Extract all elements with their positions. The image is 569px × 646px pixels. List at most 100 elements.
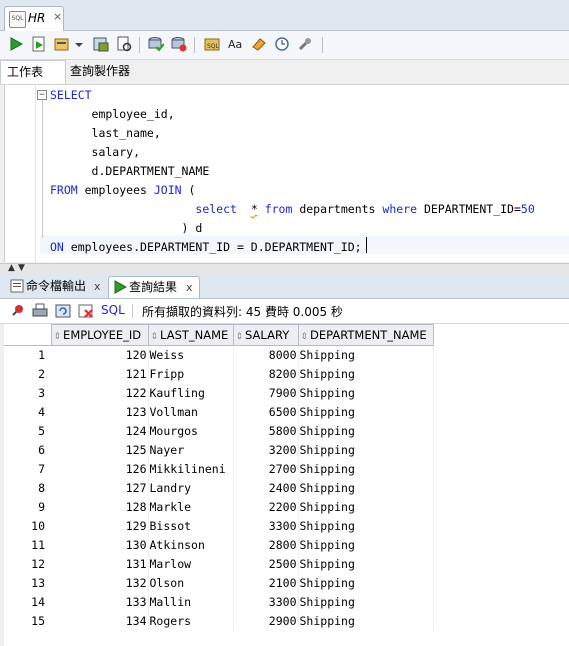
table-row[interactable]: 6 125 Nayer 3200 Shipping: [4, 441, 434, 460]
column-header-employee-id[interactable]: ⇕ EMPLOYEE_ID: [50, 324, 149, 346]
editor-mode-tabs: 工作表 查詢製作器: [0, 60, 569, 85]
cancel-query-icon[interactable]: [78, 303, 94, 319]
sort-icon: ⇕: [53, 332, 62, 342]
table-row[interactable]: 13 132 Olson 2100 Shipping: [4, 574, 434, 593]
employee-id-cell: 121: [51, 365, 149, 384]
sql-view-link[interactable]: SQL: [101, 303, 125, 317]
table-row[interactable]: 7 126 Mikkilineni 2700 Shipping: [4, 460, 434, 479]
sql-keyword: where: [382, 202, 418, 216]
sql-number: 50: [520, 202, 535, 216]
tab-query-result[interactable]: 查詢結果 x: [108, 276, 200, 298]
run-statement-icon[interactable]: [8, 36, 24, 52]
table-row[interactable]: 9 128 Markle 2200 Shipping: [4, 498, 434, 517]
table-row[interactable]: 8 127 Landry 2400 Shipping: [4, 479, 434, 498]
autotrace-icon[interactable]: [54, 36, 70, 52]
sql-text: salary,: [50, 145, 141, 159]
last-name-cell: Fripp: [148, 365, 234, 384]
print-icon[interactable]: [32, 303, 48, 319]
code-line: FROM employees JOIN (: [50, 181, 195, 200]
salary-cell: 2100: [233, 574, 299, 593]
sql-tuning-advisor-icon[interactable]: [116, 36, 132, 52]
results-grid: ⇕ EMPLOYEE_ID ⇕ LAST_NAME ⇕ SALARY ⇕ DEPARTM…: [4, 324, 569, 646]
column-header-salary[interactable]: ⇕ SALARY: [232, 324, 299, 346]
sql-file-icon: SQL: [9, 11, 26, 28]
editor-gutter: [5, 85, 36, 262]
text-caret: [366, 237, 367, 253]
row-number: 7: [4, 460, 51, 479]
employee-id-cell: 129: [51, 517, 149, 536]
fold-guide: [42, 100, 43, 238]
salary-cell: 2700: [233, 460, 299, 479]
employee-id-cell: 127: [51, 479, 149, 498]
row-number: 12: [4, 555, 51, 574]
explain-plan-icon[interactable]: [93, 36, 109, 52]
table-row[interactable]: 2 121 Fripp 8200 Shipping: [4, 365, 434, 384]
header-row: ⇕ EMPLOYEE_ID ⇕ LAST_NAME ⇕ SALARY ⇕ DEPARTM…: [4, 324, 434, 346]
to-upper-lower-icon[interactable]: Aa: [228, 36, 244, 52]
refresh-icon[interactable]: [55, 303, 71, 319]
code-line: employee_id,: [50, 105, 175, 124]
tab-query-result-close[interactable]: x: [186, 277, 193, 298]
results-body: 1 120 Weiss 8000 Shipping 2 121 Fripp 8200 Shippi…: [4, 345, 434, 631]
rollback-icon[interactable]: [171, 36, 187, 52]
tab-query-result-label: 查詢結果: [129, 280, 178, 294]
department-name-cell: Shipping: [298, 574, 434, 593]
department-name-cell: Shipping: [298, 555, 434, 574]
column-header-label: DEPARTMENT_NAME: [310, 328, 427, 342]
sql-text: DEPARTMENT_ID=: [417, 202, 521, 216]
toolbar-separator: [139, 37, 140, 53]
sql-history-icon[interactable]: [274, 36, 290, 52]
unshared-sql-worksheet-icon[interactable]: SQL: [204, 36, 220, 52]
clear-eraser-icon[interactable]: [251, 36, 267, 52]
sql-text: employee_id,: [50, 107, 175, 121]
table-row[interactable]: 10 129 Bissot 3300 Shipping: [4, 517, 434, 536]
last-name-cell: Mallin: [148, 593, 234, 612]
code-line: ON employees.DEPARTMENT_ID = D.DEPARTMEN…: [50, 238, 362, 257]
table-row[interactable]: 4 123 Vollman 6500 Shipping: [4, 403, 434, 422]
toolbar-separator: [322, 37, 323, 53]
table-row[interactable]: 3 122 Kaufling 7900 Shipping: [4, 384, 434, 403]
table-row[interactable]: 15 134 Rogers 2900 Shipping: [4, 612, 434, 631]
salary-cell: 7900: [233, 384, 299, 403]
commit-icon[interactable]: [148, 36, 164, 52]
row-number: 1: [4, 345, 51, 365]
table-row[interactable]: 1 120 Weiss 8000 Shipping: [4, 345, 434, 365]
collapse-up-icon[interactable]: ▲: [8, 263, 15, 273]
department-name-cell: Shipping: [298, 422, 434, 441]
department-name-cell: Shipping: [298, 593, 434, 612]
sort-icon: ⇕: [150, 332, 159, 342]
toolbar-separator: [132, 304, 133, 318]
column-header-last-name[interactable]: ⇕ LAST_NAME: [147, 324, 234, 346]
sql-editor[interactable]: − SELECT employee_id, last_name, salary,…: [4, 85, 569, 262]
tab-script-output[interactable]: 命令檔輸出 x: [6, 276, 106, 297]
collapse-down-icon[interactable]: ▼: [18, 263, 25, 273]
results-table: ⇕ EMPLOYEE_ID ⇕ LAST_NAME ⇕ SALARY ⇕ DEPARTM…: [4, 324, 434, 631]
employee-id-cell: 133: [51, 593, 149, 612]
document-tab-hr[interactable]: SQL HR ×: [4, 6, 64, 31]
department-name-cell: Shipping: [298, 612, 434, 631]
results-tab-bar: 命令檔輸出 x 查詢結果 x: [0, 274, 569, 299]
employee-id-cell: 132: [51, 574, 149, 593]
run-script-icon[interactable]: [31, 36, 47, 52]
pin-icon[interactable]: [9, 303, 25, 319]
table-row[interactable]: 5 124 Mourgos 5800 Shipping: [4, 422, 434, 441]
document-tab-close-button[interactable]: ×: [53, 10, 62, 23]
row-number: 2: [4, 365, 51, 384]
employee-id-cell: 130: [51, 536, 149, 555]
column-header-department-name[interactable]: ⇕ DEPARTMENT_NAME: [297, 324, 434, 346]
tab-query-builder[interactable]: 查詢製作器: [64, 60, 146, 83]
department-name-cell: Shipping: [298, 365, 434, 384]
fold-toggle-icon[interactable]: −: [37, 90, 47, 100]
dropdown-arrow-icon[interactable]: [74, 36, 84, 52]
table-row[interactable]: 11 130 Atkinson 2800 Shipping: [4, 536, 434, 555]
code-line: d.DEPARTMENT_NAME: [50, 162, 210, 181]
salary-cell: 3300: [233, 593, 299, 612]
table-row[interactable]: 12 131 Marlow 2500 Shipping: [4, 555, 434, 574]
tab-worksheet[interactable]: 工作表: [0, 60, 66, 84]
tab-script-output-close[interactable]: x: [94, 276, 101, 297]
tools-wrench-icon[interactable]: [297, 36, 313, 52]
salary-cell: 2900: [233, 612, 299, 631]
sql-keyword: from: [264, 202, 293, 216]
table-row[interactable]: 14 133 Mallin 3300 Shipping: [4, 593, 434, 612]
